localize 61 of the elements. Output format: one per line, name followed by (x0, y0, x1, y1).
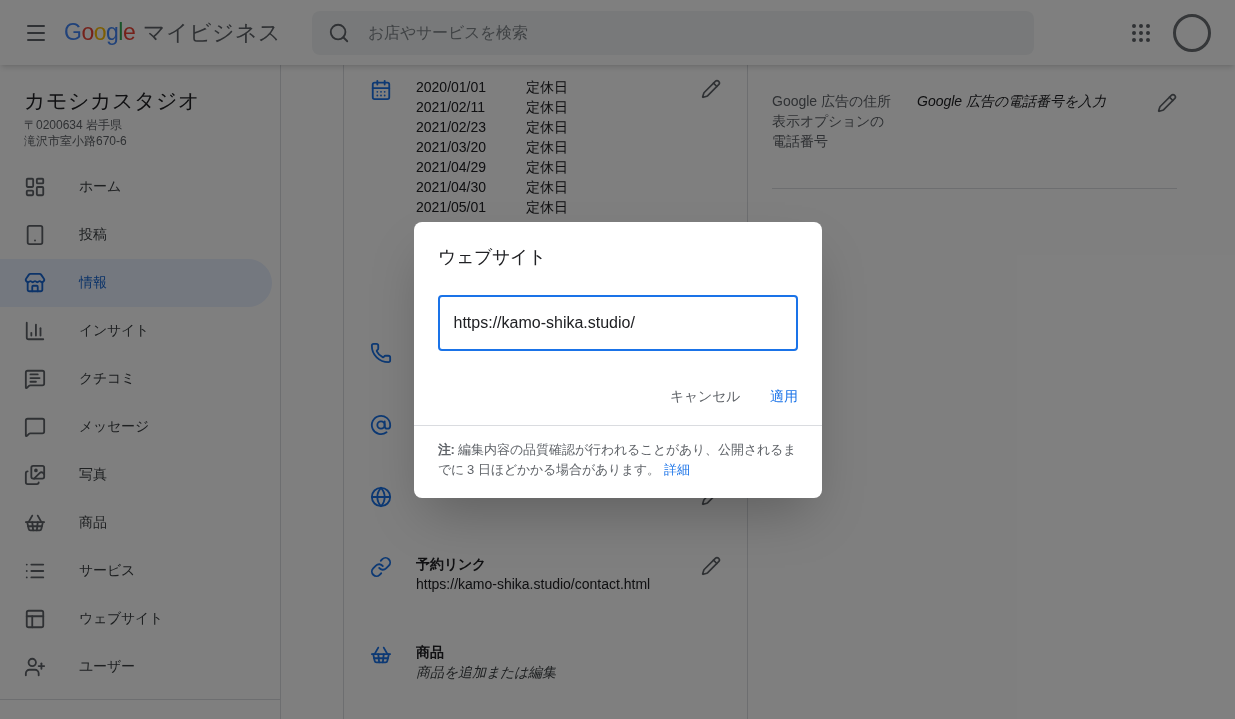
website-input[interactable]: https://kamo-shika.studio/ (437, 294, 798, 351)
section-value: https://kamo-shika.studio/contact.html (416, 575, 652, 594)
nav-item[interactable]: ウェブサイト (0, 594, 272, 643)
dialog-title: ウェブサイト (437, 245, 547, 269)
business-name: カモシカスタジオ (24, 88, 201, 114)
photos-icon (24, 463, 46, 486)
nav-item[interactable]: 情報 (0, 258, 272, 307)
nav-item[interactable]: 商品 (0, 498, 272, 547)
edit-icon[interactable] (1157, 93, 1177, 113)
dashboard-icon (24, 175, 46, 198)
date-text: 2021/05/01 (416, 198, 488, 217)
date-text: 2021/02/11 (416, 98, 487, 117)
status-text: 定休日 (526, 78, 568, 97)
status-text: 定休日 (526, 158, 568, 177)
section-hint: 商品を追加または編集 (416, 663, 557, 682)
date-text: 2021/04/30 (416, 178, 488, 197)
tablet-icon (24, 223, 46, 246)
phone-icon (370, 342, 392, 364)
layout-icon (24, 607, 46, 630)
nav-item[interactable]: ホーム (0, 162, 272, 211)
status-text: 定休日 (526, 198, 568, 217)
status-text: 定休日 (526, 118, 568, 137)
field-hint: Google 広告の電話番号を入力 (917, 92, 1108, 111)
avatar[interactable] (1173, 13, 1211, 52)
section-title: 予約リンク (416, 555, 487, 574)
date-text: 2021/02/23 (416, 118, 488, 137)
basket-icon (370, 644, 392, 666)
status-text: 定休日 (526, 178, 568, 197)
at-sign-icon (370, 414, 392, 436)
nav-item[interactable]: サービス (0, 546, 272, 595)
date-text: 2021/04/29 (416, 158, 488, 177)
cancel-button[interactable]: キャンセル (659, 378, 750, 415)
nav-item[interactable]: メッセージ (0, 402, 272, 451)
apply-button[interactable]: 適用 (759, 378, 808, 415)
globe-icon (370, 486, 392, 508)
store-icon (24, 271, 46, 294)
date-text: 2020/01/01 (416, 78, 488, 97)
status-text: 定休日 (526, 138, 568, 157)
nav-item[interactable]: 写真 (0, 450, 272, 499)
search-icon (328, 21, 350, 44)
add-user-icon (24, 655, 46, 678)
note-text: 注: 編集内容の品質確認が行われることがあり、公開されるまでに 3 日ほどかかる場合があります。 詳細 (437, 440, 798, 479)
bar-chart-icon (24, 319, 46, 342)
nav-item[interactable]: ユーザー (0, 642, 272, 691)
edit-icon[interactable] (701, 79, 721, 99)
status-text: 定休日 (526, 98, 568, 117)
review-icon (24, 367, 46, 390)
address-line: 滝沢市室小路670-6 (24, 132, 128, 149)
product-name: マイビジネス (143, 19, 282, 47)
section-title: 商品 (416, 643, 445, 662)
link-icon (370, 556, 392, 578)
edit-icon[interactable] (701, 556, 721, 576)
details-link[interactable]: 詳細 (663, 461, 690, 477)
date-text: 2021/03/20 (416, 138, 488, 157)
message-icon (24, 415, 46, 438)
calendar-icon (370, 79, 392, 101)
nav-item[interactable]: クチコミ (0, 354, 272, 403)
field-label: Google 広告の住所表示オプションの電話番号 (772, 92, 893, 151)
google-logo: Google (64, 18, 136, 48)
address-line: 〒0200634 岩手県 (24, 116, 124, 133)
nav-item[interactable]: 投稿 (0, 210, 272, 259)
